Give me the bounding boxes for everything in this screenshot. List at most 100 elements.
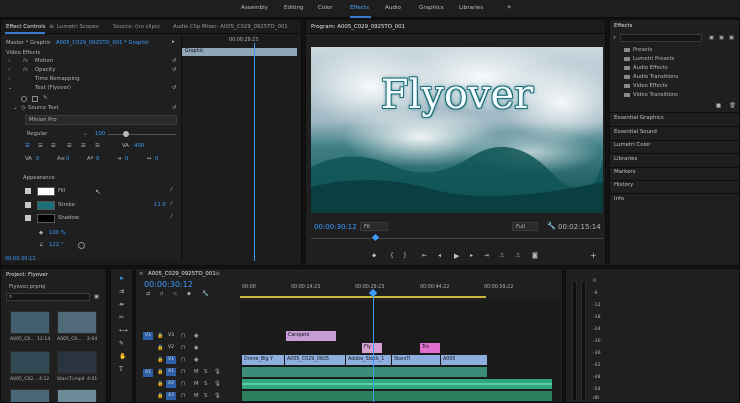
step-forward-icon[interactable]: ▸ xyxy=(470,252,473,259)
shadow-eyedropper-icon[interactable]: ⁄ xyxy=(171,214,172,220)
essential-sound-panel[interactable]: Essential Sound xyxy=(614,129,657,135)
effects-search-input[interactable] xyxy=(620,34,702,42)
lock-icon[interactable]: 🔒 xyxy=(157,393,164,399)
track-a3-label[interactable]: A3 xyxy=(166,392,176,400)
v1-clip[interactable]: A005_C029_0925 xyxy=(285,355,345,365)
program-video-frame[interactable]: Flyover xyxy=(311,47,603,213)
font-size-value[interactable]: 100 xyxy=(95,131,105,137)
effect-controls-timeline[interactable]: 00:00:29:23 Graphic xyxy=(181,35,301,263)
add-marker-icon[interactable]: ⬥ xyxy=(372,252,376,260)
stroke-color-swatch[interactable] xyxy=(37,201,55,210)
new-bin-icon[interactable]: ▣ xyxy=(94,294,99,300)
fill-checkbox[interactable] xyxy=(25,188,31,194)
extract-icon[interactable]: ⎍ xyxy=(516,252,520,260)
source-v1-patch[interactable]: V1 xyxy=(143,332,153,340)
markers-panel[interactable]: Markers xyxy=(614,169,635,175)
razor-tool-icon[interactable]: ✂ xyxy=(119,314,124,321)
lock-icon[interactable]: 🔒 xyxy=(157,345,164,351)
ripple-edit-tool-icon[interactable]: ⇹ xyxy=(119,301,124,308)
mute-button[interactable]: M xyxy=(194,369,199,375)
v1-clip[interactable]: StarsTi xyxy=(392,355,440,365)
sequence-clip-label[interactable]: A005_C029_0925TO_001 * Graphic xyxy=(56,40,149,46)
play-icon[interactable]: ▶ xyxy=(454,252,459,260)
libraries-panel[interactable]: Libraries xyxy=(614,156,637,162)
fill-eyedropper-icon[interactable]: ⁄ xyxy=(171,187,172,193)
tab-lumetri-scopes[interactable]: Lumetri Scopes xyxy=(57,24,99,30)
sequence-tab[interactable]: A005_C029_0925TO_001 xyxy=(148,271,216,277)
work-area-bar[interactable] xyxy=(240,296,486,298)
ec-timecode[interactable]: 00:00:30:12 xyxy=(5,256,36,262)
effects-folder-video-effects[interactable]: Video Effects xyxy=(624,83,668,89)
justify-all-icon[interactable]: ☰ xyxy=(95,143,100,149)
tab-effect-controls[interactable]: Effect Controls xyxy=(6,24,46,30)
opacity-effect[interactable]: Opacity xyxy=(35,67,55,73)
fx-badge-icon[interactable]: fx xyxy=(23,58,28,64)
mini-playhead[interactable] xyxy=(254,43,255,263)
tracking-value[interactable]: 400 xyxy=(134,143,144,149)
more-workspaces-icon[interactable]: » xyxy=(507,3,511,11)
v1-clip[interactable]: A005 xyxy=(441,355,487,365)
reset-motion-icon[interactable]: ↺ xyxy=(172,58,176,64)
font-dropdown[interactable]: Minion Pro xyxy=(25,115,177,125)
source-a1-patch[interactable]: A1 xyxy=(143,369,153,377)
reset-opacity-icon[interactable]: ↺ xyxy=(172,67,176,73)
shadow-opacity-value[interactable]: 100 % xyxy=(49,230,66,236)
align-right-icon[interactable]: ☰ xyxy=(51,143,56,149)
sync-lock-icon[interactable]: ⊓ xyxy=(181,381,185,387)
justify-icon[interactable]: ☰ xyxy=(67,143,72,149)
a3-audio-clip[interactable] xyxy=(242,391,552,401)
add-marker-icon[interactable]: ⬥ xyxy=(187,291,191,298)
tab-source[interactable]: Source: (no clips) xyxy=(113,24,160,30)
collapse-timeline-icon[interactable]: ▸ xyxy=(172,39,175,45)
clip-thumbnail[interactable] xyxy=(57,311,97,334)
stroke-checkbox[interactable] xyxy=(25,202,31,208)
angle-dial-icon[interactable] xyxy=(78,242,85,249)
step-back-icon[interactable]: ◂ xyxy=(438,252,441,259)
workspace-libraries[interactable]: Libraries xyxy=(459,5,483,11)
clip-thumbnail[interactable] xyxy=(10,311,50,334)
sync-lock-icon[interactable]: ⊓ xyxy=(181,357,185,363)
text-layer-effect[interactable]: Text (Flyover) xyxy=(35,85,71,91)
baseline-value[interactable]: 0 xyxy=(96,156,99,162)
effects-folder-video-transitions[interactable]: Video Transitions xyxy=(624,92,678,98)
timeline-settings-icon[interactable]: 🔧 xyxy=(202,291,209,297)
rectangle-mask-icon[interactable] xyxy=(32,96,38,102)
v2-title-clip[interactable]: Tro xyxy=(420,343,440,353)
go-to-out-icon[interactable]: ⇥ xyxy=(484,252,489,259)
sync-lock-icon[interactable]: ⊓ xyxy=(181,333,185,339)
eye-icon[interactable]: ◉ xyxy=(194,345,199,351)
solo-button[interactable]: S xyxy=(204,381,207,387)
effects-folder-audio-effects[interactable]: Audio Effects xyxy=(624,65,668,71)
source-text-expand-icon[interactable]: ⌄ xyxy=(13,105,17,111)
lift-icon[interactable]: ⎍ xyxy=(500,252,504,260)
mark-in-icon[interactable]: { xyxy=(390,252,394,259)
panel-menu-icon[interactable]: ≡ xyxy=(49,23,54,30)
tab-audio-clip-mixer[interactable]: Audio Clip Mixer: A005_C029_0925TO_001 xyxy=(173,24,288,30)
shadow-color-swatch[interactable] xyxy=(37,214,55,223)
timeline-timecode[interactable]: 00:00:30:12 xyxy=(144,280,193,289)
type-tool-icon[interactable]: T xyxy=(119,366,123,373)
sequence-menu-icon[interactable]: ≡ xyxy=(215,270,220,277)
program-timecode[interactable]: 00:00:30:12 xyxy=(314,223,357,231)
workspace-graphics[interactable]: Graphics xyxy=(419,5,444,11)
fit-dropdown[interactable]: Fit xyxy=(360,222,388,231)
effects-folder-audio-transitions[interactable]: Audio Transitions xyxy=(624,74,678,80)
font-size-slider-thumb[interactable] xyxy=(123,131,129,137)
track-a1-label[interactable]: A1 xyxy=(166,368,176,376)
workspace-color[interactable]: Color xyxy=(318,5,333,11)
slip-tool-icon[interactable]: ⟷ xyxy=(119,327,128,334)
hand-tool-icon[interactable]: ✋ xyxy=(119,353,126,360)
close-sequence-icon[interactable]: × xyxy=(139,271,143,277)
delete-icon[interactable]: 🗑 xyxy=(729,103,736,109)
microphone-icon[interactable]: 🎙 xyxy=(214,369,221,375)
program-playhead[interactable] xyxy=(371,233,380,242)
reset-source-text-icon[interactable]: ↺ xyxy=(172,105,176,111)
solo-button[interactable]: S xyxy=(204,369,207,375)
time-remapping-effect[interactable]: Time Remapping xyxy=(35,76,80,82)
motion-effect[interactable]: Motion xyxy=(35,58,53,64)
effects-folder-presets[interactable]: Presets xyxy=(624,47,652,53)
ellipse-mask-icon[interactable] xyxy=(21,96,27,102)
workspace-assembly[interactable]: Assembly xyxy=(241,5,268,11)
fx-badge-icon[interactable]: fx xyxy=(23,67,28,73)
sync-lock-icon[interactable]: ⊓ xyxy=(181,393,185,399)
